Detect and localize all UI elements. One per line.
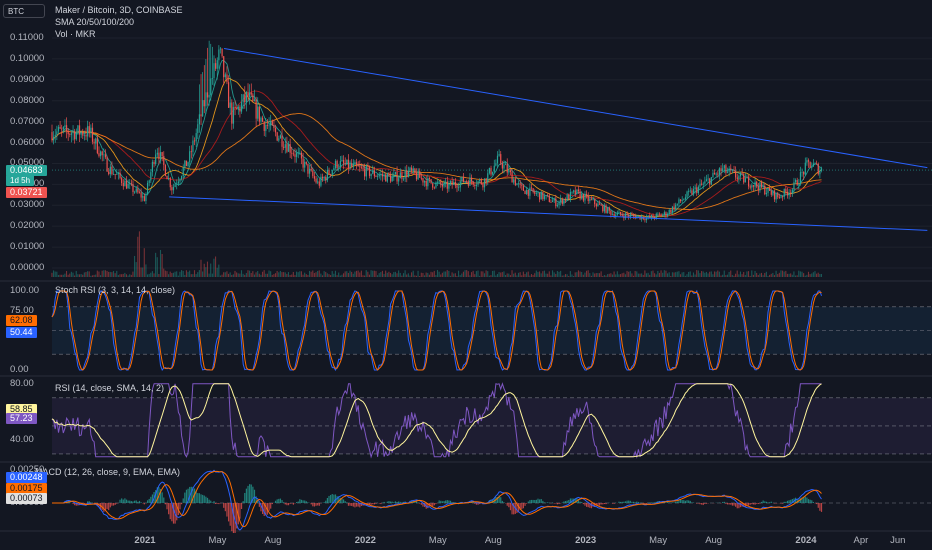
price-axis-tick: 0.07000 (10, 115, 45, 127)
macd-line (52, 469, 822, 531)
resistance-trendline[interactable] (223, 47, 928, 169)
time-axis-tick: May (428, 535, 447, 546)
time-axis-tick: 2022 (354, 535, 376, 546)
price-axis-tick: 0.01000 (10, 241, 45, 253)
candle-countdown-badge: 1d 5h (6, 175, 35, 187)
rsi-band-fill (52, 397, 932, 454)
time-axis-tick: Apr (853, 535, 869, 546)
support-trendline[interactable] (169, 196, 928, 231)
time-axis-tick: Aug (705, 535, 723, 546)
macd-hist-badge: 0.00073 (6, 493, 47, 504)
price-axis-tick: 0.06000 (10, 136, 45, 148)
sma200-line (51, 113, 822, 210)
price-axis-tick: 0.00000 (10, 262, 45, 273)
chart-title: Maker / Bitcoin, 3D, COINBASE (55, 5, 183, 15)
stoch-axis-tick: 100.00 (10, 285, 40, 296)
price-axis-tick: 0.10000 (10, 52, 45, 64)
macd-value-badge: 0.00248 (6, 472, 47, 483)
time-axis-tick: 2024 (795, 535, 817, 546)
rsi-axis-tick: 80.00 (10, 377, 34, 389)
macd-title: MACD (12, 26, close, 9, EMA, EMA) (35, 467, 181, 477)
time-axis-tick: Aug (484, 535, 502, 546)
time-axis-tick: Jun (890, 535, 906, 546)
time-axis-tick: May (649, 535, 668, 546)
price-grid (52, 37, 932, 269)
sma100-line (51, 90, 822, 217)
symbol-badge[interactable]: BTC (3, 4, 45, 18)
rsi-title: RSI (14, close, SMA, 14, 2) (55, 383, 165, 393)
stoch-axis-tick: 0.00 (10, 364, 29, 375)
price-axis-tick: 0.08000 (10, 94, 45, 106)
time-axis-tick: Aug (264, 535, 282, 546)
price-axis-tick: 0.03000 (10, 199, 45, 211)
time-axis-tick: May (208, 535, 227, 546)
price-axis-tick: 0.09000 (10, 73, 45, 85)
rsi-axis-tick: 40.00 (10, 433, 34, 445)
sma50-line (51, 78, 822, 218)
last-price-badge: 0.04683 (6, 164, 47, 176)
macd-signal-line (52, 470, 822, 528)
rsi-value-badge: 57.23 (6, 413, 37, 425)
price-axis-tick: 0.11000 (10, 32, 44, 43)
price-candles (51, 40, 823, 223)
sma-value-badge: 0.03721 (6, 187, 47, 199)
time-axis-tick: 2021 (134, 535, 156, 546)
sma-indicator-label: SMA 20/50/100/200 (55, 17, 135, 27)
stoch-d-badge: 62.08 (6, 315, 37, 327)
stoch-k-badge: 50.44 (6, 326, 37, 338)
volume-indicator-label: Vol · MKR (55, 29, 96, 39)
volume-bars (51, 231, 822, 277)
price-axis-tick: 0.02000 (10, 220, 45, 232)
time-axis-tick: 2023 (575, 535, 597, 546)
stoch-rsi-title: Stoch RSI (3, 3, 14, 14, close) (55, 285, 176, 295)
